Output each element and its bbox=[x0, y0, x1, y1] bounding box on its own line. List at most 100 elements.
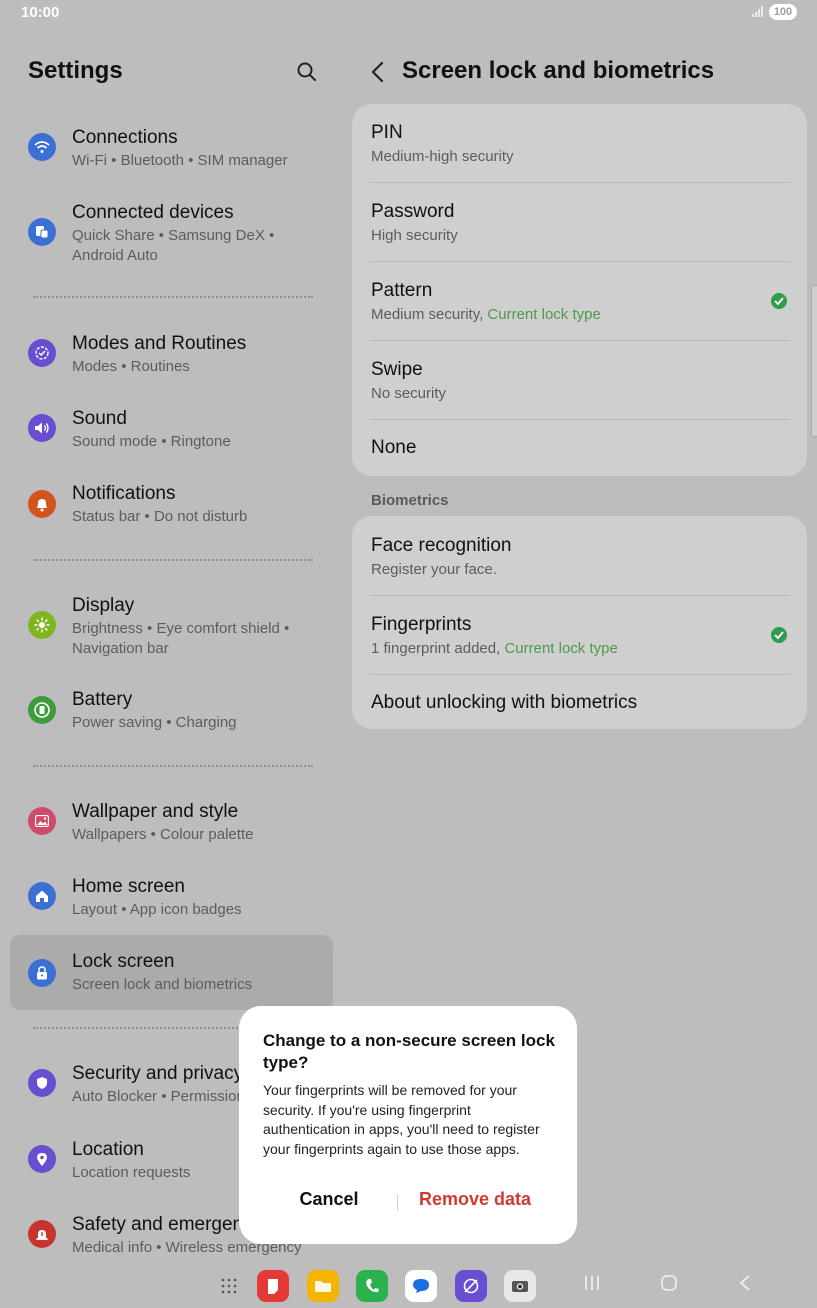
current-lock-label: Current lock type bbox=[487, 306, 601, 323]
taskbar bbox=[0, 1262, 817, 1308]
option-subtitle: Register your face. bbox=[371, 561, 497, 578]
item-subtitle: Wallpapers • Colour palette bbox=[72, 826, 254, 843]
item-title: Security and privacy bbox=[72, 1063, 244, 1084]
home-button[interactable] bbox=[660, 1274, 678, 1292]
lock-option-pin[interactable]: PIN Medium-high security bbox=[352, 104, 807, 183]
item-title: Safety and emergency bbox=[72, 1214, 263, 1235]
internet-app-icon[interactable] bbox=[455, 1270, 487, 1302]
settings-item-connected-devices[interactable]: Connected devices Quick Share • Samsung … bbox=[10, 194, 333, 274]
lock-icon bbox=[28, 959, 56, 987]
cancel-button[interactable]: Cancel bbox=[279, 1189, 379, 1210]
routines-icon bbox=[28, 339, 56, 367]
settings-item-lock-screen[interactable]: Lock screen Screen lock and biometrics bbox=[10, 935, 333, 1010]
dialog-title: Change to a non-secure screen lock type? bbox=[263, 1031, 555, 1072]
battery-icon bbox=[28, 696, 56, 724]
battery-indicator: 100 bbox=[769, 4, 797, 20]
item-subtitle: Brightness • Eye comfort shield • Naviga… bbox=[72, 620, 290, 657]
section-divider bbox=[33, 765, 313, 767]
item-title: Home screen bbox=[72, 876, 185, 897]
settings-item-sound[interactable]: Sound Sound mode • Ringtone bbox=[10, 400, 333, 460]
item-title: Modes and Routines bbox=[72, 333, 247, 354]
item-title: Sound bbox=[72, 408, 127, 429]
option-title: Face recognition bbox=[371, 535, 512, 556]
option-title: Password bbox=[371, 201, 455, 222]
biometric-face-recognition[interactable]: Face recognition Register your face. bbox=[352, 516, 807, 595]
app-drawer-icon[interactable] bbox=[221, 1278, 237, 1294]
item-title: Battery bbox=[72, 689, 133, 710]
speaker-icon bbox=[28, 414, 56, 442]
settings-item-modes-routines[interactable]: Modes and Routines Modes • Routines bbox=[10, 324, 333, 384]
files-app-icon[interactable] bbox=[307, 1270, 339, 1302]
settings-item-connections[interactable]: Connections Wi-Fi • Bluetooth • SIM mana… bbox=[10, 118, 333, 178]
sun-icon bbox=[28, 611, 56, 639]
item-subtitle: Screen lock and biometrics bbox=[72, 976, 253, 993]
notes-app-icon[interactable] bbox=[257, 1270, 289, 1302]
lock-type-card: PIN Medium-high security Password High s… bbox=[352, 104, 807, 476]
settings-item-display[interactable]: Display Brightness • Eye comfort shield … bbox=[10, 587, 333, 667]
biometrics-card: Face recognition Register your face. Fin… bbox=[352, 516, 807, 729]
settings-item-battery[interactable]: Battery Power saving • Charging bbox=[10, 682, 333, 742]
item-subtitle: Sound mode • Ringtone bbox=[72, 433, 231, 450]
item-title: Location bbox=[72, 1139, 144, 1160]
option-subtitle: 1 fingerprint added, Current lock type bbox=[371, 640, 618, 657]
camera-app-icon[interactable] bbox=[504, 1270, 536, 1302]
option-title: PIN bbox=[371, 122, 403, 143]
bell-icon bbox=[28, 490, 56, 518]
section-divider bbox=[33, 296, 313, 298]
recent-apps-button[interactable] bbox=[584, 1274, 600, 1292]
settings-item-notifications[interactable]: Notifications Status bar • Do not distur… bbox=[10, 475, 333, 535]
phone-app-icon[interactable] bbox=[356, 1270, 388, 1302]
search-icon[interactable] bbox=[297, 62, 317, 82]
settings-item-wallpaper[interactable]: Wallpaper and style Wallpapers • Colour … bbox=[10, 793, 333, 853]
item-subtitle: Quick Share • Samsung DeX • Android Auto bbox=[72, 227, 275, 264]
option-title: None bbox=[371, 437, 417, 458]
item-subtitle: Layout • App icon badges bbox=[72, 901, 242, 918]
about-biometrics-link[interactable]: About unlocking with biometrics bbox=[352, 675, 807, 729]
check-icon bbox=[771, 293, 787, 309]
item-title: Wallpaper and style bbox=[72, 801, 239, 822]
page-title: Screen lock and biometrics bbox=[402, 57, 715, 84]
check-icon bbox=[771, 627, 787, 643]
button-divider bbox=[397, 1194, 398, 1210]
option-subtitle: No security bbox=[371, 385, 447, 402]
pane-resize-handle[interactable] bbox=[811, 285, 817, 437]
confirm-dialog: Change to a non-secure screen lock type?… bbox=[239, 1006, 577, 1244]
back-arrow-icon[interactable] bbox=[367, 60, 389, 84]
item-title: Display bbox=[72, 595, 135, 616]
item-title: Lock screen bbox=[72, 951, 175, 972]
section-divider bbox=[33, 559, 313, 561]
item-subtitle: Wi-Fi • Bluetooth • SIM manager bbox=[72, 152, 288, 169]
item-title: Connected devices bbox=[72, 202, 234, 223]
item-subtitle: Power saving • Charging bbox=[72, 714, 237, 731]
option-title: Pattern bbox=[371, 280, 433, 301]
biometric-fingerprints[interactable]: Fingerprints 1 fingerprint added, Curren… bbox=[352, 596, 807, 675]
messages-app-icon[interactable] bbox=[405, 1270, 437, 1302]
item-title: Notifications bbox=[72, 483, 176, 504]
lock-option-swipe[interactable]: Swipe No security bbox=[352, 341, 807, 420]
lock-option-none[interactable]: None bbox=[352, 420, 807, 476]
lock-option-pattern[interactable]: Pattern Medium security, Current lock ty… bbox=[352, 262, 807, 341]
biometrics-header: Biometrics bbox=[371, 492, 449, 509]
clock: 10:00 bbox=[21, 4, 60, 21]
status-bar: 10:00 100 bbox=[0, 0, 817, 26]
remove-data-button[interactable]: Remove data bbox=[411, 1189, 539, 1210]
option-title: About unlocking with biometrics bbox=[371, 692, 638, 713]
settings-title: Settings bbox=[28, 57, 123, 84]
item-subtitle: Modes • Routines bbox=[72, 358, 190, 375]
wifi-icon bbox=[28, 133, 56, 161]
emergency-icon bbox=[28, 1220, 56, 1248]
current-lock-label: Current lock type bbox=[504, 640, 618, 657]
option-title: Swipe bbox=[371, 359, 423, 380]
lock-option-password[interactable]: Password High security bbox=[352, 183, 807, 262]
signal-icon bbox=[752, 6, 763, 17]
item-subtitle: Status bar • Do not disturb bbox=[72, 508, 248, 525]
home-icon bbox=[28, 882, 56, 910]
back-button[interactable] bbox=[738, 1274, 752, 1292]
dialog-message: Your fingerprints will be removed for yo… bbox=[263, 1082, 540, 1157]
item-title: Connections bbox=[72, 127, 178, 148]
option-subtitle: Medium-high security bbox=[371, 148, 514, 165]
shield-icon bbox=[28, 1069, 56, 1097]
devices-icon bbox=[28, 218, 56, 246]
settings-item-home-screen[interactable]: Home screen Layout • App icon badges bbox=[10, 868, 333, 928]
option-title: Fingerprints bbox=[371, 614, 472, 635]
